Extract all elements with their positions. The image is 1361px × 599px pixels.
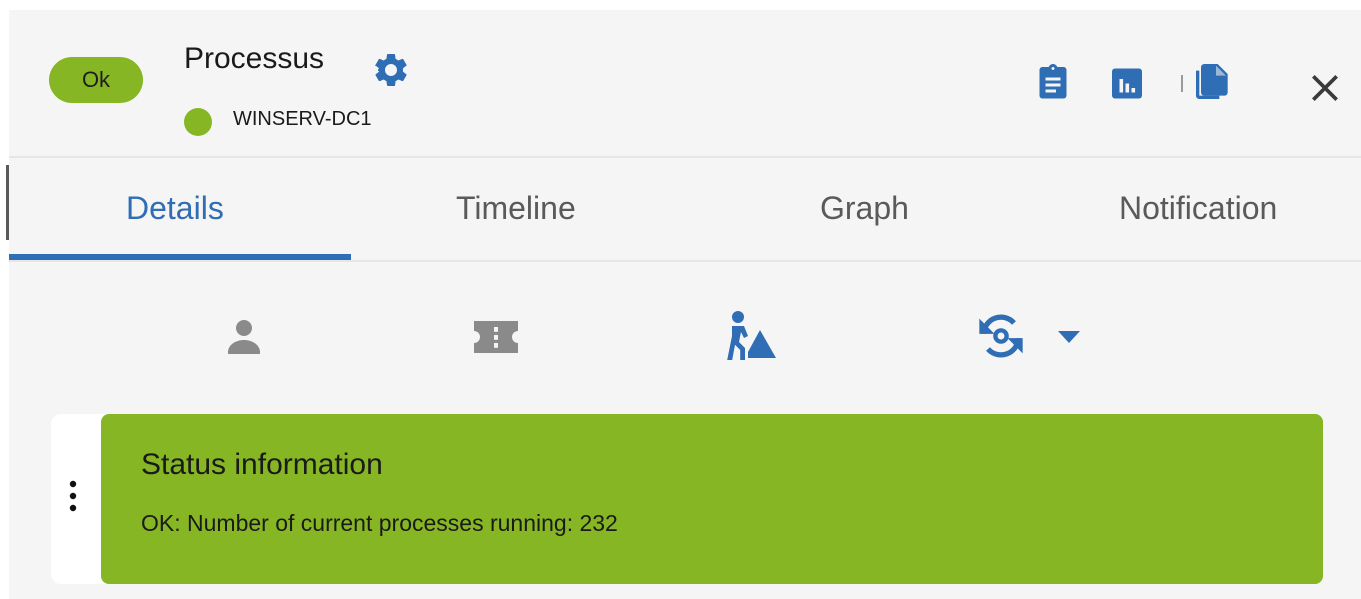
acknowledge-worker-icon[interactable]: [722, 308, 778, 362]
check-refresh-icon[interactable]: [975, 310, 1027, 362]
tab-graph[interactable]: Graph: [820, 190, 909, 227]
dropdown-arrow-icon[interactable]: [1058, 331, 1080, 343]
clipboard-icon[interactable]: [1035, 62, 1071, 102]
status-information-title: Status information: [141, 448, 383, 481]
panel-header: Ok Processus WINSERV-DC1: [9, 10, 1361, 158]
bar-chart-icon[interactable]: [1109, 62, 1145, 102]
person-icon[interactable]: [220, 312, 268, 360]
host-name: WINSERV-DC1: [233, 108, 372, 130]
close-icon[interactable]: [1305, 68, 1345, 108]
status-information-text: OK: Number of current processes running:…: [141, 510, 618, 536]
tab-timeline[interactable]: Timeline: [456, 190, 576, 227]
ticket-icon[interactable]: [470, 316, 522, 358]
settings-gear-icon[interactable]: [371, 50, 411, 90]
status-information-card: Status information OK: Number of current…: [51, 414, 1323, 584]
tab-bar: Details Timeline Graph Notification: [9, 158, 1361, 262]
toolbar-separator: [1181, 75, 1183, 92]
resource-title: Processus: [184, 42, 325, 75]
tab-details[interactable]: Details: [126, 190, 224, 227]
status-information-body: Status information OK: Number of current…: [101, 414, 1323, 584]
more-options-icon[interactable]: [61, 478, 85, 518]
active-tab-indicator: [9, 254, 351, 260]
host-status-dot: [184, 108, 212, 136]
copy-icon[interactable]: [1191, 62, 1231, 106]
tab-notification[interactable]: Notification: [1119, 190, 1277, 227]
status-badge: Ok: [49, 57, 143, 103]
resource-detail-panel: Ok Processus WINSERV-DC1 Details Timelin…: [9, 10, 1361, 599]
